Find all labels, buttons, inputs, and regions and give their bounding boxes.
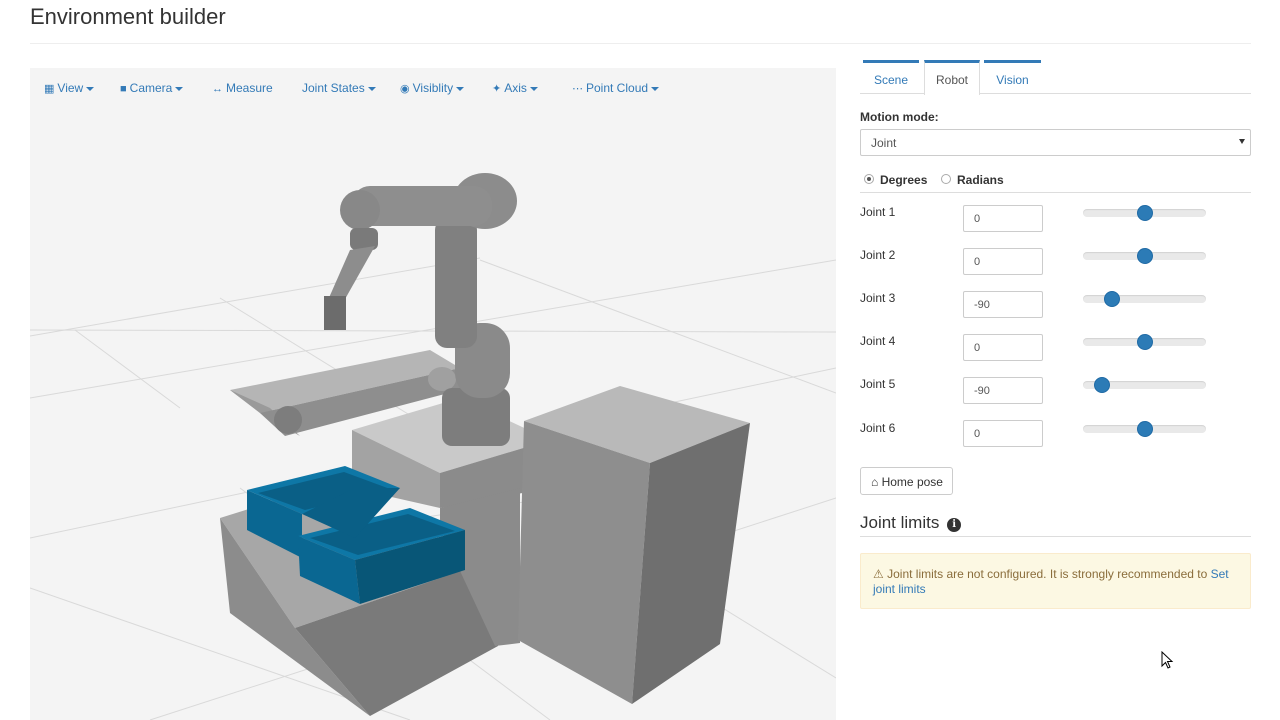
joint-limits-heading: Joint limits i	[860, 513, 962, 533]
joint-value-input[interactable]	[963, 291, 1043, 318]
warning-icon: ⚠	[873, 567, 884, 581]
caret-down-icon	[456, 86, 465, 91]
joint-value-input[interactable]	[963, 420, 1043, 447]
joint-limits-warning: ⚠ Joint limits are not configured. It is…	[860, 553, 1251, 609]
title-divider	[30, 43, 1251, 44]
viewport-toolbar: ▦ View ■ Camera ↔ Measure Joint States ◉ Vis…	[30, 68, 836, 108]
arrows-h-icon: ↔	[212, 83, 223, 95]
home-pose-button[interactable]: ⌂ Home pose	[860, 467, 953, 495]
page-title: Environment builder	[30, 4, 226, 29]
tab-vision[interactable]: Vision	[984, 60, 1041, 94]
slider-thumb[interactable]	[1136, 248, 1153, 264]
tall-box	[518, 386, 750, 704]
joint-slider[interactable]	[1083, 377, 1206, 393]
tab-robot[interactable]: Robot	[924, 60, 980, 95]
radians-radio[interactable]	[941, 174, 951, 184]
caret-down-icon	[175, 86, 184, 91]
joint-value-input[interactable]	[963, 334, 1043, 361]
axis-menu[interactable]: ✦ Axis	[492, 81, 538, 95]
joint-slider[interactable]	[1083, 334, 1206, 350]
panel-tabs: Scene Robot Vision	[860, 60, 1251, 95]
joint-slider[interactable]	[1083, 205, 1206, 221]
measure-button[interactable]: ↔ Measure	[212, 81, 273, 95]
caret-down-icon	[651, 86, 660, 91]
joint-label: Joint 1	[860, 205, 896, 219]
joint-slider[interactable]	[1083, 421, 1206, 437]
ellipsis-icon: ⋯	[572, 83, 583, 95]
joint-value-input[interactable]	[963, 205, 1043, 232]
slider-thumb[interactable]	[1136, 334, 1153, 350]
video-camera-icon: ■	[120, 83, 127, 95]
3d-viewport[interactable]: ▦ View ■ Camera ↔ Measure Joint States ◉ Vis…	[30, 68, 836, 720]
radians-label[interactable]: Radians	[957, 173, 1004, 187]
joint-states-menu[interactable]: Joint States	[302, 81, 376, 95]
section-divider	[860, 536, 1251, 537]
tab-scene[interactable]: Scene	[863, 60, 919, 94]
joint-label: Joint 2	[860, 248, 896, 262]
degrees-label[interactable]: Degrees	[880, 173, 927, 187]
caret-down-icon	[529, 86, 538, 91]
eye-icon: ◉	[400, 83, 410, 95]
joint-value-input[interactable]	[963, 248, 1043, 275]
angle-unit-group: Degrees Radians	[860, 172, 1251, 193]
slider-thumb[interactable]	[1093, 377, 1110, 393]
caret-down-icon	[367, 86, 376, 91]
view-menu[interactable]: ▦ View	[44, 81, 95, 95]
axis-icon: ✦	[492, 83, 502, 95]
cube-icon: ▦	[44, 83, 55, 95]
info-icon[interactable]: i	[947, 518, 962, 532]
motion-mode-label: Motion mode:	[860, 110, 939, 124]
caret-down-icon	[86, 86, 95, 91]
joint-slider[interactable]	[1083, 248, 1206, 264]
slider-thumb[interactable]	[1104, 291, 1121, 307]
home-icon: ⌂	[871, 475, 879, 489]
joint-label: Joint 4	[860, 334, 896, 348]
robot-cell-scene[interactable]	[30, 68, 836, 720]
joint-label: Joint 6	[860, 421, 896, 435]
chevron-down-icon	[1239, 139, 1245, 144]
point-cloud-menu[interactable]: ⋯ Point Cloud	[572, 81, 660, 95]
joint-label: Joint 5	[860, 377, 896, 391]
slider-thumb[interactable]	[1136, 421, 1153, 437]
joint-value-input[interactable]	[963, 377, 1043, 404]
slider-thumb[interactable]	[1136, 205, 1153, 221]
visibility-menu[interactable]: ◉ Visiblity	[400, 81, 465, 95]
mouse-cursor-icon	[1161, 651, 1174, 669]
joint-label: Joint 3	[860, 291, 896, 305]
motion-mode-select[interactable]: Joint	[860, 129, 1251, 156]
joint-slider[interactable]	[1083, 291, 1206, 307]
degrees-radio[interactable]	[864, 174, 874, 184]
camera-menu[interactable]: ■ Camera	[120, 81, 184, 95]
